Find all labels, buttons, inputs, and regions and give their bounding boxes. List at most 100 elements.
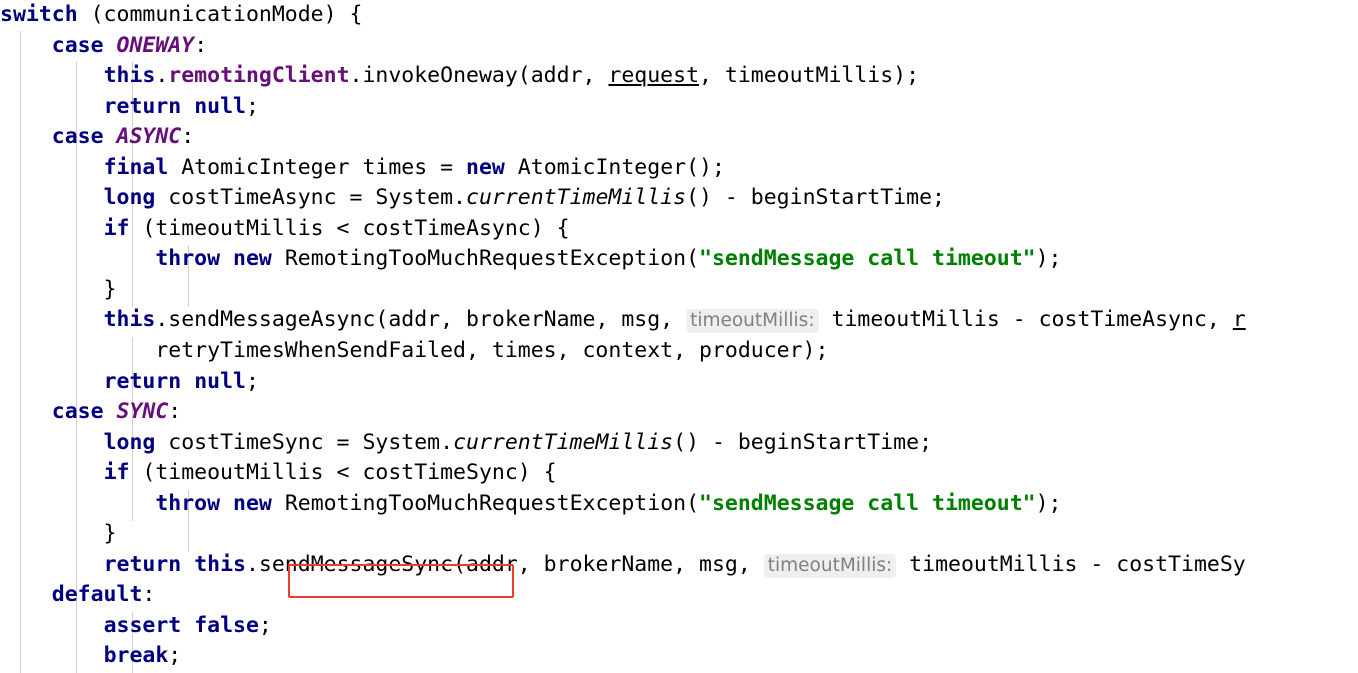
code-line[interactable]: throw new RemotingTooMuchRequestExceptio… (0, 244, 1358, 275)
keyword-token: throw (155, 246, 221, 272)
code-editor[interactable]: switch (communicationMode) { case ONEWAY… (0, 0, 1358, 673)
parameter-name-hint: timeoutMillis: (686, 309, 819, 334)
code-line[interactable]: return null; (0, 92, 1358, 123)
code-line[interactable]: final AtomicInteger times = new AtomicIn… (0, 153, 1358, 184)
keyword-token: if (103, 215, 130, 241)
code-token: ); (1035, 246, 1062, 272)
code-line[interactable]: assert false; (0, 611, 1358, 642)
code-line[interactable]: this.sendMessageAsync(addr, brokerName, … (0, 305, 1358, 336)
code-token: ; (168, 643, 182, 669)
keyword-token: this (103, 63, 156, 89)
code-line[interactable]: retryTimesWhenSendFailed, times, context… (0, 336, 1358, 367)
keyword-token: long (103, 185, 156, 211)
keyword-token: new (233, 490, 272, 516)
code-line[interactable]: case SYNC: (0, 397, 1358, 428)
code-token: (timeoutMillis < costTimeAsync) { (129, 215, 570, 241)
enum-constant-token: SYNC (116, 399, 169, 425)
code-text-area[interactable]: switch (communicationMode) { case ONEWAY… (0, 0, 1358, 672)
parameter-name-hint: timeoutMillis: (763, 553, 897, 578)
keyword-token: new (233, 246, 272, 272)
keyword-token: this (194, 551, 246, 577)
code-token: retryTimesWhenSendFailed, times, context… (0, 338, 829, 364)
code-line[interactable]: if (timeoutMillis < costTimeAsync) { (0, 214, 1358, 245)
code-line[interactable]: if (timeoutMillis < costTimeSync) { (0, 458, 1358, 489)
code-token: , timeoutMillis); (699, 63, 920, 89)
code-token: } (0, 521, 117, 547)
code-token: () - beginStartTime; (686, 185, 945, 211)
keyword-token: case (51, 32, 104, 58)
keyword-token: throw (155, 490, 221, 516)
string-literal-token: "sendMessage call timeout" (699, 246, 1036, 272)
code-token: timeoutMillis - costTimeAsync, (818, 307, 1233, 333)
code-token: : (142, 582, 156, 608)
code-token: ; (245, 368, 259, 394)
keyword-token: case (51, 124, 104, 150)
keyword-token: new (466, 154, 505, 180)
keyword-token: return (103, 93, 182, 119)
keyword-token: return (103, 551, 182, 577)
code-line[interactable]: this.remotingClient.invokeOneway(addr, r… (0, 61, 1358, 92)
keyword-token: break (103, 643, 169, 669)
code-token: . (155, 63, 169, 89)
code-token: ); (1035, 490, 1062, 516)
code-token: (timeoutMillis < costTimeSync) { (129, 460, 557, 486)
code-line[interactable]: return this.sendMessageSync(addr, broker… (0, 550, 1358, 581)
underlined-identifier-token: request (608, 63, 700, 89)
code-token: RemotingTooMuchRequestException( (271, 490, 700, 516)
keyword-token: false (194, 612, 259, 638)
code-token: : (168, 399, 182, 425)
code-token: costTimeSync = System. (155, 429, 454, 455)
static-method-token: currentTimeMillis (466, 185, 687, 211)
code-line[interactable]: } (0, 275, 1358, 306)
code-token: RemotingTooMuchRequestException( (271, 246, 700, 272)
code-token: : (181, 124, 195, 150)
keyword-token: null (194, 93, 246, 119)
keyword-token: default (51, 582, 143, 608)
code-token: } (0, 276, 117, 302)
code-token: costTimeAsync = System. (155, 185, 467, 211)
code-line[interactable]: switch (communicationMode) { (0, 0, 1358, 31)
code-token: AtomicInteger(); (504, 154, 725, 180)
code-line[interactable]: } (0, 519, 1358, 550)
enum-constant-token: ONEWAY (116, 32, 195, 58)
code-line[interactable]: long costTimeSync = System.currentTimeMi… (0, 428, 1358, 459)
code-line[interactable]: throw new RemotingTooMuchRequestExceptio… (0, 489, 1358, 520)
keyword-token: final (103, 154, 169, 180)
static-method-token: currentTimeMillis (453, 429, 674, 455)
keyword-token: case (51, 399, 104, 425)
enum-constant-token: ASYNC (116, 124, 182, 150)
code-line[interactable]: case ONEWAY: (0, 31, 1358, 62)
keyword-token: switch (0, 2, 78, 27)
code-line[interactable]: default: (0, 580, 1358, 611)
code-line[interactable]: return null; (0, 367, 1358, 398)
code-line[interactable]: long costTimeAsync = System.currentTimeM… (0, 183, 1358, 214)
code-token: .sendMessageAsync(addr, brokerName, msg, (155, 307, 687, 333)
code-line[interactable]: break; (0, 641, 1358, 672)
keyword-token: null (194, 368, 246, 394)
code-token: AtomicInteger times = (168, 154, 467, 180)
field-token: remotingClient (168, 63, 350, 89)
code-line[interactable]: case ASYNC: (0, 122, 1358, 153)
